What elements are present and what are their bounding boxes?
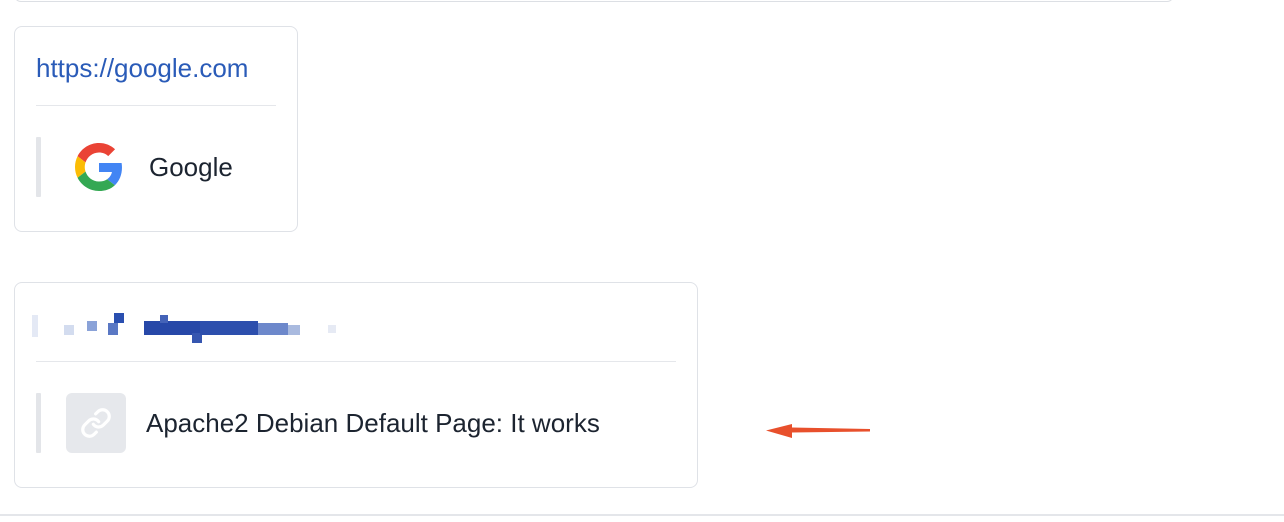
previous-card-edge xyxy=(14,0,1174,2)
link-url[interactable]: https://google.com xyxy=(36,53,248,84)
preview-title: Google xyxy=(149,151,233,182)
preview-title: Apache2 Debian Default Page: It works xyxy=(146,407,600,438)
link-preview[interactable]: Apache2 Debian Default Page: It works xyxy=(36,393,600,453)
preview-accent-bar xyxy=(36,393,41,453)
link-icon xyxy=(66,393,126,453)
bottom-divider xyxy=(0,514,1284,516)
link-preview[interactable]: Google xyxy=(36,137,233,197)
card-divider xyxy=(36,361,676,362)
redacted-link-url[interactable] xyxy=(32,313,352,343)
arrow-left-icon xyxy=(766,424,870,438)
link-preview-page: https://google.com Google Apache2 Debian… xyxy=(0,0,1284,522)
card-divider xyxy=(36,105,276,106)
link-card-apache: Apache2 Debian Default Page: It works xyxy=(14,282,698,488)
preview-accent-bar xyxy=(36,137,41,197)
google-logo-icon xyxy=(69,137,129,197)
link-card-google: https://google.com Google xyxy=(14,26,298,232)
